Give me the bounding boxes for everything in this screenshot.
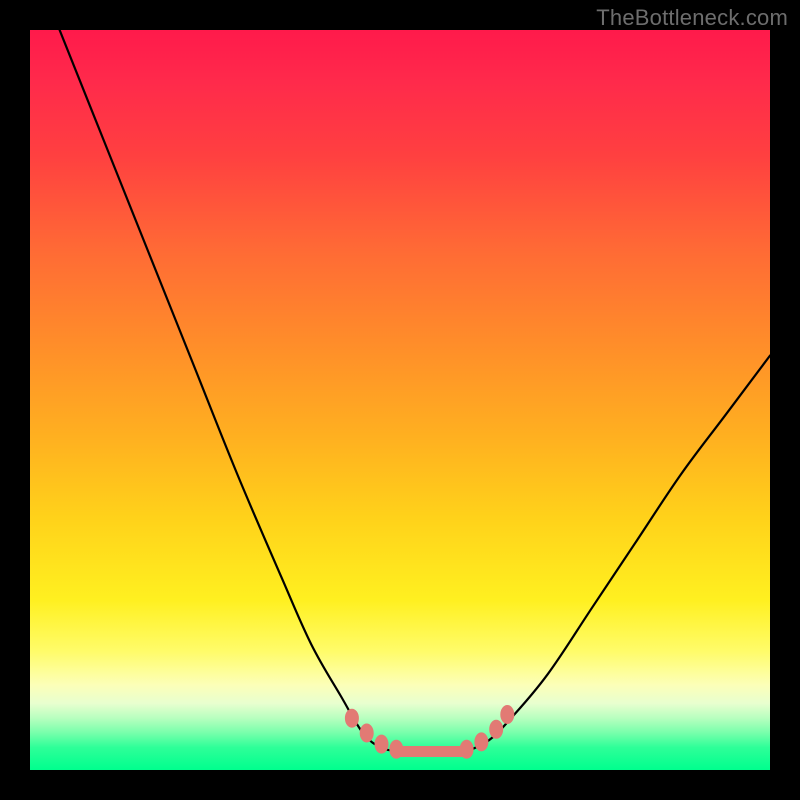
watermark-text: TheBottleneck.com [596,5,788,31]
curve-marker [475,733,488,751]
curve-marker [490,720,503,738]
curve-marker [501,706,514,724]
curve-marker [460,740,473,758]
curve-left-arm [60,30,400,752]
curve-marker [375,735,388,753]
curve-marker [345,709,358,727]
chart-frame: TheBottleneck.com [0,0,800,800]
curve-marker [390,740,403,758]
curve-right-arm [467,356,770,752]
curve-layer [30,30,770,770]
plot-area [30,30,770,770]
curve-marker [360,724,373,742]
